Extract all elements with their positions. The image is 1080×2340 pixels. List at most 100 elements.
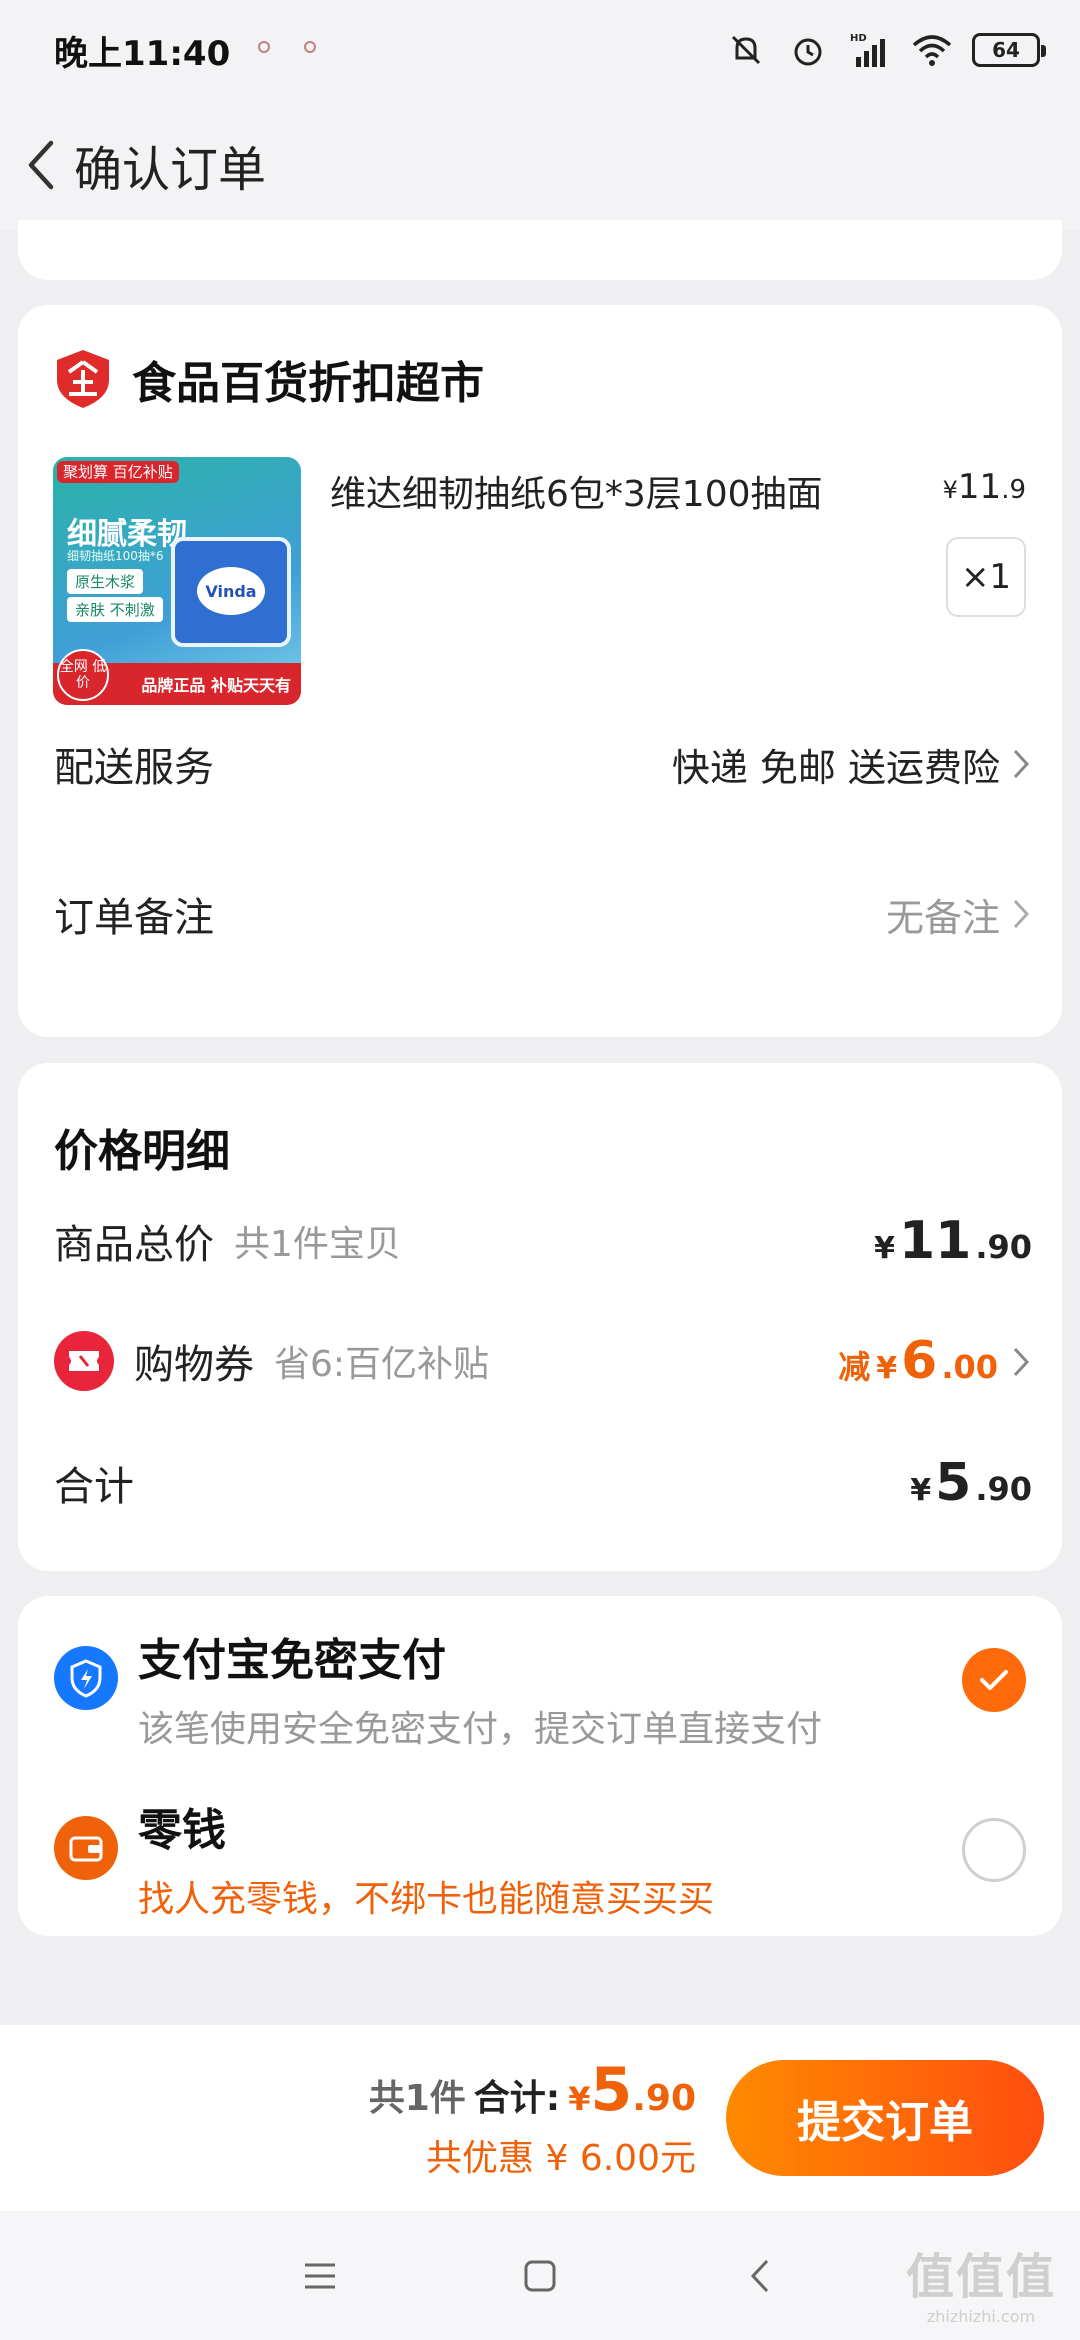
amount-decimal: .90 [975,1470,1032,1508]
discount-prefix: 减 [838,1348,871,1386]
watermark-logo: 值值值 [905,2249,1056,2305]
savings-text: 共优惠 ¥ 6.00元 [426,2138,696,2179]
price-decimal: .9 [1001,475,1026,505]
quantity-stepper[interactable]: ×1 [946,537,1026,617]
amount-integer: 6 [901,1331,938,1391]
home-icon[interactable] [510,2246,570,2306]
total-row: 合计 ¥5.90 [54,1453,1032,1513]
radio-unselected[interactable] [962,1818,1026,1882]
note-label: 订单备注 [54,895,214,941]
notification-icon [252,35,276,65]
submit-bar: 共1件 合计: ¥5.90 共优惠 ¥ 6.00元 提交订单 [0,2025,1080,2211]
product-image-tag: 聚划算 百亿补贴 [57,461,179,483]
payment-option-alipay[interactable]: 支付宝免密支付 该笔使用安全免密支付，提交订单直接支付 [54,1624,1026,1752]
svg-text:HD: HD [850,33,867,44]
tissue-pack-graphic: Vinda [171,537,291,647]
note-value: 无备注 [886,887,1032,942]
payment-option-title: 支付宝免密支付 [138,1635,446,1686]
alarm-icon [786,28,830,72]
submit-order-button[interactable]: 提交订单 [726,2060,1044,2176]
total-line: 共1件 合计: ¥5.90 [369,2055,696,2125]
total-amount: ¥5.90 [568,2055,696,2125]
status-left: 晚上11:40 [54,26,322,75]
item-count: 共1件 [368,2078,466,2119]
payment-option-text: 支付宝免密支付 该笔使用安全免密支付，提交订单直接支付 [138,1624,962,1752]
chevron-right-icon [1010,896,1032,932]
battery-icon: 64 [972,33,1046,67]
amount-decimal: .90 [632,2078,696,2119]
price-detail-card: 价格明细 商品总价 共1件宝贝 ¥11.90 购物券 省6:百亿补贴 减 ¥6.0… [18,1063,1062,1571]
payment-option-text: 零钱 找人充零钱，不绑卡也能随意买买买 [138,1794,962,1922]
status-time: 晚上11:40 [54,33,231,74]
coupon-desc: 省6:百亿补贴 [274,1344,490,1385]
amount-integer: 5 [935,1453,972,1513]
wallet-icon [54,1816,118,1880]
currency-symbol: ¥ [910,1473,932,1508]
note-value-text: 无备注 [885,895,1000,940]
goods-total-amount: ¥11.90 [874,1211,1032,1271]
alipay-shield-icon [54,1646,118,1710]
total-label: 合计 [54,1464,134,1510]
page-title: 确认订单 [74,142,267,198]
coupon-ticket-icon [54,1331,114,1391]
currency-symbol: ¥ [942,476,958,504]
payment-option-desc: 找人充零钱，不绑卡也能随意买买买 [138,1879,715,1920]
coupon-discount-amount: 减 ¥6.00 [838,1331,1032,1391]
currency-symbol: ¥ [874,1231,895,1266]
total-summary: 共1件 合计: ¥5.90 共优惠 ¥ 6.00元 [369,2055,696,2181]
watermark-url: zhizhizhi.com [926,2307,1036,2326]
goods-total-row: 商品总价 共1件宝贝 ¥11.90 [54,1211,1032,1271]
currency-symbol: ¥ [568,2080,591,2118]
delivery-row[interactable]: 配送服务 快递 免邮 送运费险 [54,735,1032,793]
product-image-subtitle: 细韧抽纸100抽*6 [67,549,164,563]
delivery-label: 配送服务 [54,745,214,791]
amount-decimal: .90 [975,1228,1032,1266]
product-image-badge: 全网 低价 [57,649,109,701]
status-right: HD 64 [724,28,1046,72]
notification-icon [298,35,322,65]
chevron-right-icon [1010,1344,1032,1380]
back-icon[interactable] [730,2246,790,2306]
delivery-value-text: 快递 免邮 送运费险 [671,745,1000,790]
mute-icon [724,28,768,72]
wifi-icon [910,28,954,72]
menu-icon[interactable] [290,2246,350,2306]
amount-decimal: .00 [941,1348,998,1386]
goods-count: 共1件宝贝 [234,1224,401,1265]
signal-icon: HD [848,28,892,72]
product-name[interactable]: 维达细韧抽纸6包*3层100抽面 [330,465,823,517]
payment-option-title: 零钱 [138,1805,226,1856]
payment-option-change[interactable]: 零钱 找人充零钱，不绑卡也能随意买买买 [54,1794,1026,1922]
goods-total-left: 商品总价 共1件宝贝 [54,1212,401,1270]
system-nav-bar: 值值值 zhizhizhi.com [0,2211,1080,2340]
payment-card: 支付宝免密支付 该笔使用安全免密支付，提交订单直接支付 零钱 找人充零钱，不绑卡… [18,1596,1062,1936]
address-card-stub [18,220,1062,280]
product-image-chip: 亲肤 不刺激 [67,597,163,622]
goods-total-label: 商品总价 [54,1222,214,1268]
coupon-row[interactable]: 购物券 省6:百亿补贴 减 ¥6.00 [54,1331,1032,1391]
amount-integer: 11 [898,1211,972,1271]
price-detail-title: 价格明细 [54,1126,230,1177]
shop-enterprise-icon [54,348,112,410]
payment-option-desc: 该笔使用安全免密支付，提交订单直接支付 [138,1709,823,1750]
chevron-right-icon [1010,746,1032,782]
total-label: 合计: [473,2078,561,2119]
nav-bar: 确认订单 [0,100,1080,230]
product-price: ¥11.9 [943,467,1026,507]
amount-integer: 5 [590,2055,633,2125]
order-card: 食品百货折扣超市 聚划算 百亿补贴 细腻柔韧 细韧抽纸100抽*6 原生木浆 亲… [18,305,1062,1037]
coupon-left: 购物券 省6:百亿补贴 [54,1331,489,1391]
shop-header[interactable]: 食品百货折扣超市 [54,347,484,411]
status-bar: 晚上11:40 HD 64 [0,0,1080,100]
coupon-label: 购物券 [134,1342,254,1388]
product-image[interactable]: 聚划算 百亿补贴 细腻柔韧 细韧抽纸100抽*6 原生木浆 亲肤 不刺激 Vin… [53,457,301,705]
delivery-value: 快递 免邮 送运费险 [672,737,1032,792]
note-row[interactable]: 订单备注 无备注 [54,885,1032,943]
product-image-chip: 原生木浆 [67,569,144,594]
radio-selected-check-icon[interactable] [962,1648,1026,1712]
total-amount: ¥5.90 [910,1453,1032,1513]
price-integer: 11 [957,467,1002,507]
watermark: 值值值 zhizhizhi.com [906,2237,1056,2326]
back-arrow-icon[interactable] [10,130,70,200]
shop-name: 食品百货折扣超市 [132,358,484,409]
